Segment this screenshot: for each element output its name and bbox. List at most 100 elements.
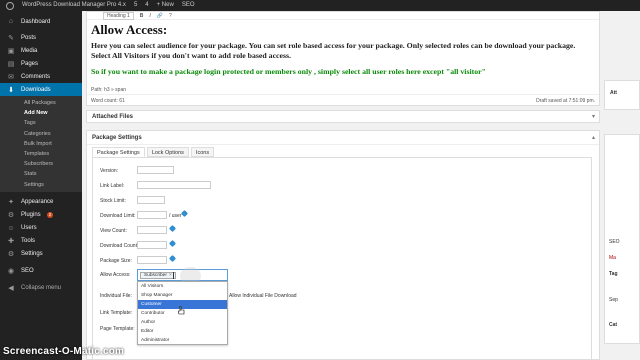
new-content-link[interactable]: + New xyxy=(157,0,174,11)
stock-limit-input[interactable] xyxy=(137,196,165,204)
sidebar-item-posts[interactable]: ✎ Posts xyxy=(0,31,82,44)
link-label-input[interactable] xyxy=(137,181,211,189)
editor-toolbar: Heading 1 B I 🔗 ? xyxy=(87,11,599,20)
link-icon[interactable]: 🔗 xyxy=(157,13,163,19)
comment-icon: ✉ xyxy=(8,73,14,81)
editor-content[interactable]: Allow Access: Here you can select audien… xyxy=(87,20,599,78)
download-count-label: Download Count: xyxy=(100,243,139,249)
wrench-icon: ✚ xyxy=(8,238,14,246)
package-size-input[interactable] xyxy=(137,256,167,264)
editor-path: Path: h3 » span xyxy=(91,87,127,93)
individual-file-label: Individual File: xyxy=(100,293,132,299)
seo-meta-label: SEO xyxy=(609,239,620,245)
editor-green-note: So if you want to make a package login p… xyxy=(91,67,486,76)
wordpress-logo-icon[interactable] xyxy=(6,1,14,10)
sidebar-item-comments[interactable]: ✉ Comments xyxy=(0,70,82,83)
submenu-templates[interactable]: Templates xyxy=(0,149,82,159)
page-icon: ▤ xyxy=(7,60,15,68)
role-option[interactable]: Administrator xyxy=(138,336,227,345)
package-settings-toggle-icon[interactable]: ▴ xyxy=(592,134,595,141)
version-label: Version: xyxy=(100,168,119,174)
submenu-tags[interactable]: Tags xyxy=(0,118,82,128)
seo-link[interactable]: SEO xyxy=(182,0,195,11)
help-icon[interactable]: ? xyxy=(169,13,172,19)
individual-file-checkbox-label[interactable]: Allow Individual File Download xyxy=(229,293,297,299)
allow-access-label: Allow Access: xyxy=(100,272,131,278)
link-template-label: Link Template: xyxy=(100,310,133,316)
settings-icon: ⚙ xyxy=(7,251,15,259)
wordpress-admin-screen: WordPress Download Manager Pro 4.x 5 4 +… xyxy=(0,0,640,360)
dashboard-icon: ⌂ xyxy=(8,18,14,25)
attached-files-box[interactable]: Attached Files ▾ xyxy=(86,110,600,123)
collapse-icon: ◀ xyxy=(8,285,14,293)
italic-icon[interactable]: I xyxy=(149,13,150,19)
submenu-settings[interactable]: Settings xyxy=(0,180,82,190)
selected-role-chip[interactable]: Subscriber × xyxy=(140,272,176,279)
role-option[interactable]: Editor xyxy=(138,327,227,336)
word-count: Word count: 61 xyxy=(91,97,125,104)
tags-label: Tag xyxy=(609,271,618,277)
sidebar-item-tools[interactable]: ✚ Tools xyxy=(0,235,82,248)
role-option[interactable]: All Visitors xyxy=(138,282,227,291)
submenu-stats[interactable]: Stats xyxy=(0,169,82,179)
package-size-label: Package Size: xyxy=(100,258,132,264)
right-column: Att SEO Ma Tag Sep Cat xyxy=(604,80,640,360)
sidebar-item-users[interactable]: ☺ Users xyxy=(0,222,82,235)
categories-label: Cat xyxy=(609,322,618,328)
sidebar-item-pages[interactable]: ▤ Pages xyxy=(0,57,82,70)
download-limit-label: Download Limit: xyxy=(100,213,136,219)
mag-label: Ma xyxy=(609,255,616,261)
draft-saved-status: Draft saved at 7:51:09 pm. xyxy=(536,97,595,104)
text-caret xyxy=(173,272,174,279)
editor-heading: Allow Access: xyxy=(91,22,168,37)
media-icon: ▣ xyxy=(7,47,15,55)
recording-watermark: Screencast-O-Matic.com xyxy=(3,346,125,357)
editor-paragraph: Here you can select audience for your pa… xyxy=(91,41,576,60)
sidebar-item-appearance[interactable]: ✦ Appearance xyxy=(0,196,82,209)
sidebar-item-plugins[interactable]: ⚙ Plugins 2 xyxy=(0,209,82,222)
user-icon: ☺ xyxy=(7,224,15,232)
separate-label: Sep xyxy=(609,297,618,303)
submenu-add-new[interactable]: Add New xyxy=(0,108,82,118)
sidebar-item-downloads[interactable]: ⬇ Downloads xyxy=(0,83,82,96)
tab-package-settings[interactable]: Package Settings xyxy=(92,147,145,157)
attached-files-toggle-icon[interactable]: ▾ xyxy=(592,113,595,120)
format-select[interactable]: Heading 1 xyxy=(103,11,134,20)
role-option[interactable]: Shop Manager xyxy=(138,291,227,300)
package-settings-title: Package Settings xyxy=(92,135,142,141)
updates-count[interactable]: 5 xyxy=(134,0,137,11)
role-option[interactable]: Author xyxy=(138,318,227,327)
publish-box: SEO Ma Tag Sep Cat xyxy=(604,134,640,344)
post-editor[interactable]: Heading 1 B I 🔗 ? Allow Access: Here you… xyxy=(86,11,600,106)
link-label-label: Link Label: xyxy=(100,183,125,189)
attributes-box: Att xyxy=(604,80,640,110)
sidebar-item-settings[interactable]: ⚙ Settings xyxy=(0,248,82,261)
tab-lock-options[interactable]: Lock Options xyxy=(146,147,189,157)
submenu-bulk-import[interactable]: Bulk Import xyxy=(0,139,82,149)
sidebar-item-dashboard[interactable]: ⌂ Dashboard xyxy=(0,15,82,28)
plug-icon: ⚙ xyxy=(7,212,15,220)
attached-files-title: Attached Files xyxy=(92,114,134,120)
package-tabs: Package Settings Lock Options Icons xyxy=(92,147,215,157)
submenu-all-packages[interactable]: All Packages xyxy=(0,98,82,108)
version-input[interactable] xyxy=(137,166,174,174)
download-icon: ⬇ xyxy=(8,86,14,94)
comments-count[interactable]: 4 xyxy=(145,0,148,11)
view-count-label: View Count: xyxy=(100,228,127,234)
download-count-input[interactable] xyxy=(137,241,167,249)
hand-pointer-icon xyxy=(178,306,185,315)
seo-icon: ◉ xyxy=(7,268,15,276)
bold-icon[interactable]: B xyxy=(140,13,144,19)
download-limit-suffix: / user xyxy=(169,213,182,219)
submenu-subscribers[interactable]: Subscribers xyxy=(0,159,82,169)
sidebar-item-seo[interactable]: ◉ SEO xyxy=(0,265,82,278)
view-count-input[interactable] xyxy=(137,226,167,234)
site-name-link[interactable]: WordPress Download Manager Pro 4.x xyxy=(22,0,126,11)
admin-bar: WordPress Download Manager Pro 4.x 5 4 +… xyxy=(0,0,640,11)
submenu-categories[interactable]: Categories xyxy=(0,129,82,139)
collapse-menu-button[interactable]: ◀ Collapse menu xyxy=(0,282,82,295)
tab-icons[interactable]: Icons xyxy=(190,147,215,157)
download-limit-input[interactable] xyxy=(137,211,167,219)
remove-role-icon[interactable]: × xyxy=(169,273,172,278)
sidebar-item-media[interactable]: ▣ Media xyxy=(0,44,82,57)
